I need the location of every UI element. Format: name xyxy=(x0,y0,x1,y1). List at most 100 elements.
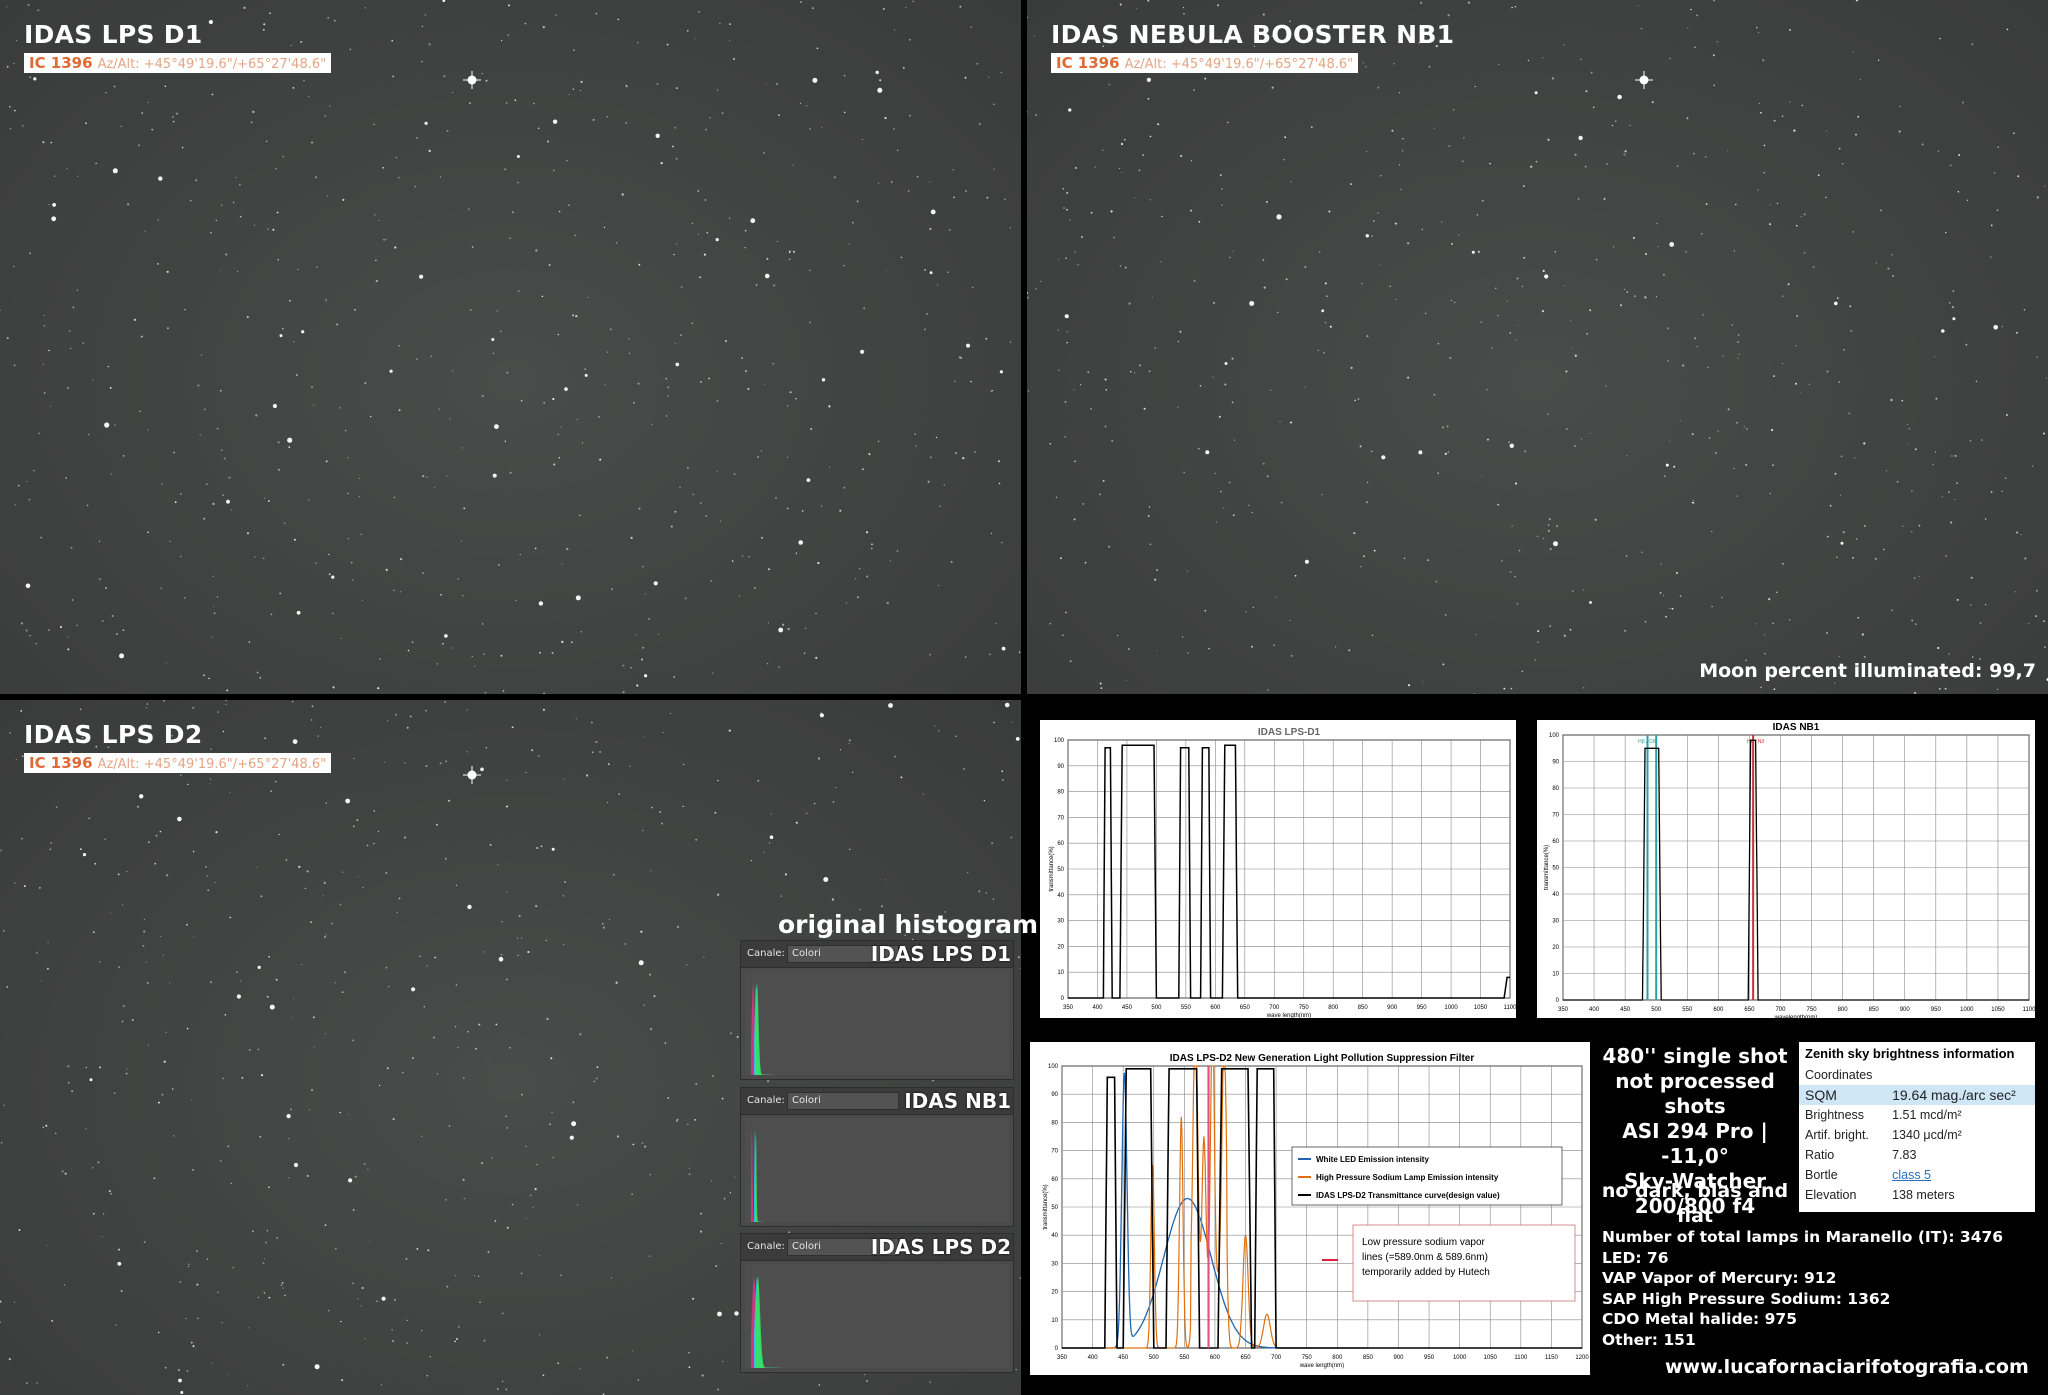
star xyxy=(962,457,965,460)
star xyxy=(1001,646,1006,651)
star xyxy=(326,195,328,197)
star xyxy=(1625,555,1628,557)
coordinates-label: IC 1396 Az/Alt: +45°49'19.6"/+65°27'48.6" xyxy=(24,753,332,773)
star xyxy=(262,1262,265,1264)
star xyxy=(1087,371,1090,374)
y-tick-label: 80 xyxy=(1552,786,1559,792)
star xyxy=(1104,425,1107,428)
star xyxy=(384,761,386,763)
star xyxy=(1985,604,1987,606)
star xyxy=(1745,464,1748,466)
star xyxy=(370,415,372,418)
star xyxy=(164,1366,167,1369)
star xyxy=(1556,525,1558,527)
star xyxy=(225,700,228,702)
star xyxy=(1620,304,1622,307)
star xyxy=(28,498,31,501)
star xyxy=(25,629,28,632)
website-link[interactable]: www.lucafornaciarifotografia.com xyxy=(1665,1356,2029,1378)
star xyxy=(1373,549,1376,552)
star xyxy=(179,555,182,558)
star xyxy=(185,1317,187,1320)
star xyxy=(64,1284,66,1286)
star xyxy=(1182,6,1185,9)
star xyxy=(426,476,428,478)
star xyxy=(282,1287,284,1289)
x-tick-label: 650 xyxy=(1744,1007,1755,1013)
zenith-sky-brightness: Zenith sky brightness information Coordi… xyxy=(1799,1042,2035,1212)
star xyxy=(1592,106,1595,109)
star xyxy=(538,601,544,606)
star xyxy=(1133,197,1136,199)
star xyxy=(924,269,926,271)
star xyxy=(262,29,265,31)
zenith-value: 1340 μcd/m² xyxy=(1892,1128,1962,1142)
star xyxy=(1216,521,1217,523)
star xyxy=(1743,426,1745,428)
star xyxy=(1537,630,1540,633)
star xyxy=(701,1374,704,1377)
star xyxy=(66,168,68,170)
star xyxy=(1366,335,1369,338)
star xyxy=(698,11,700,13)
histogram-label: IDAS NB1 xyxy=(904,1089,1011,1113)
star xyxy=(995,622,997,625)
star xyxy=(139,794,144,799)
star xyxy=(230,1182,233,1185)
star xyxy=(301,963,303,965)
star xyxy=(967,871,969,874)
star xyxy=(1360,566,1362,568)
star xyxy=(768,568,770,571)
star xyxy=(947,271,949,273)
star xyxy=(1726,150,1728,152)
star xyxy=(670,525,673,528)
star xyxy=(637,382,640,385)
star xyxy=(1671,607,1674,610)
star xyxy=(20,710,23,712)
star xyxy=(98,540,101,542)
star xyxy=(537,755,540,757)
star xyxy=(966,343,970,348)
star xyxy=(1035,288,1037,290)
star xyxy=(452,92,454,93)
star xyxy=(659,811,661,813)
star xyxy=(247,532,249,535)
star xyxy=(252,110,255,113)
star xyxy=(1486,438,1489,441)
bortle-class-link[interactable]: class 5 xyxy=(1886,1165,2035,1185)
star xyxy=(508,4,510,7)
star xyxy=(115,632,118,635)
star xyxy=(496,310,498,312)
star xyxy=(1480,321,1482,323)
channel-select[interactable]: Colori xyxy=(787,1092,899,1110)
star xyxy=(1937,150,1940,153)
star xyxy=(6,65,9,68)
star xyxy=(282,328,284,330)
star xyxy=(224,1013,227,1016)
star xyxy=(377,830,380,833)
star xyxy=(849,848,851,851)
star xyxy=(1082,503,1085,505)
star xyxy=(661,822,663,825)
star xyxy=(42,1126,44,1128)
star xyxy=(1910,530,1913,533)
star xyxy=(1975,380,1978,382)
star xyxy=(1666,327,1669,330)
star xyxy=(1921,143,1924,146)
star xyxy=(463,1197,466,1200)
lamp-line: Number of total lamps in Maranello (IT):… xyxy=(1602,1228,2004,1246)
star xyxy=(325,301,327,303)
star xyxy=(778,666,780,668)
star xyxy=(1534,659,1536,661)
star xyxy=(228,476,231,479)
star xyxy=(107,365,110,368)
star xyxy=(319,726,322,729)
star xyxy=(1065,257,1067,259)
star xyxy=(360,533,362,536)
star xyxy=(1263,286,1266,289)
star xyxy=(37,9,40,12)
star xyxy=(716,471,718,473)
star xyxy=(1277,311,1279,314)
star xyxy=(954,380,956,382)
star xyxy=(196,1250,198,1252)
